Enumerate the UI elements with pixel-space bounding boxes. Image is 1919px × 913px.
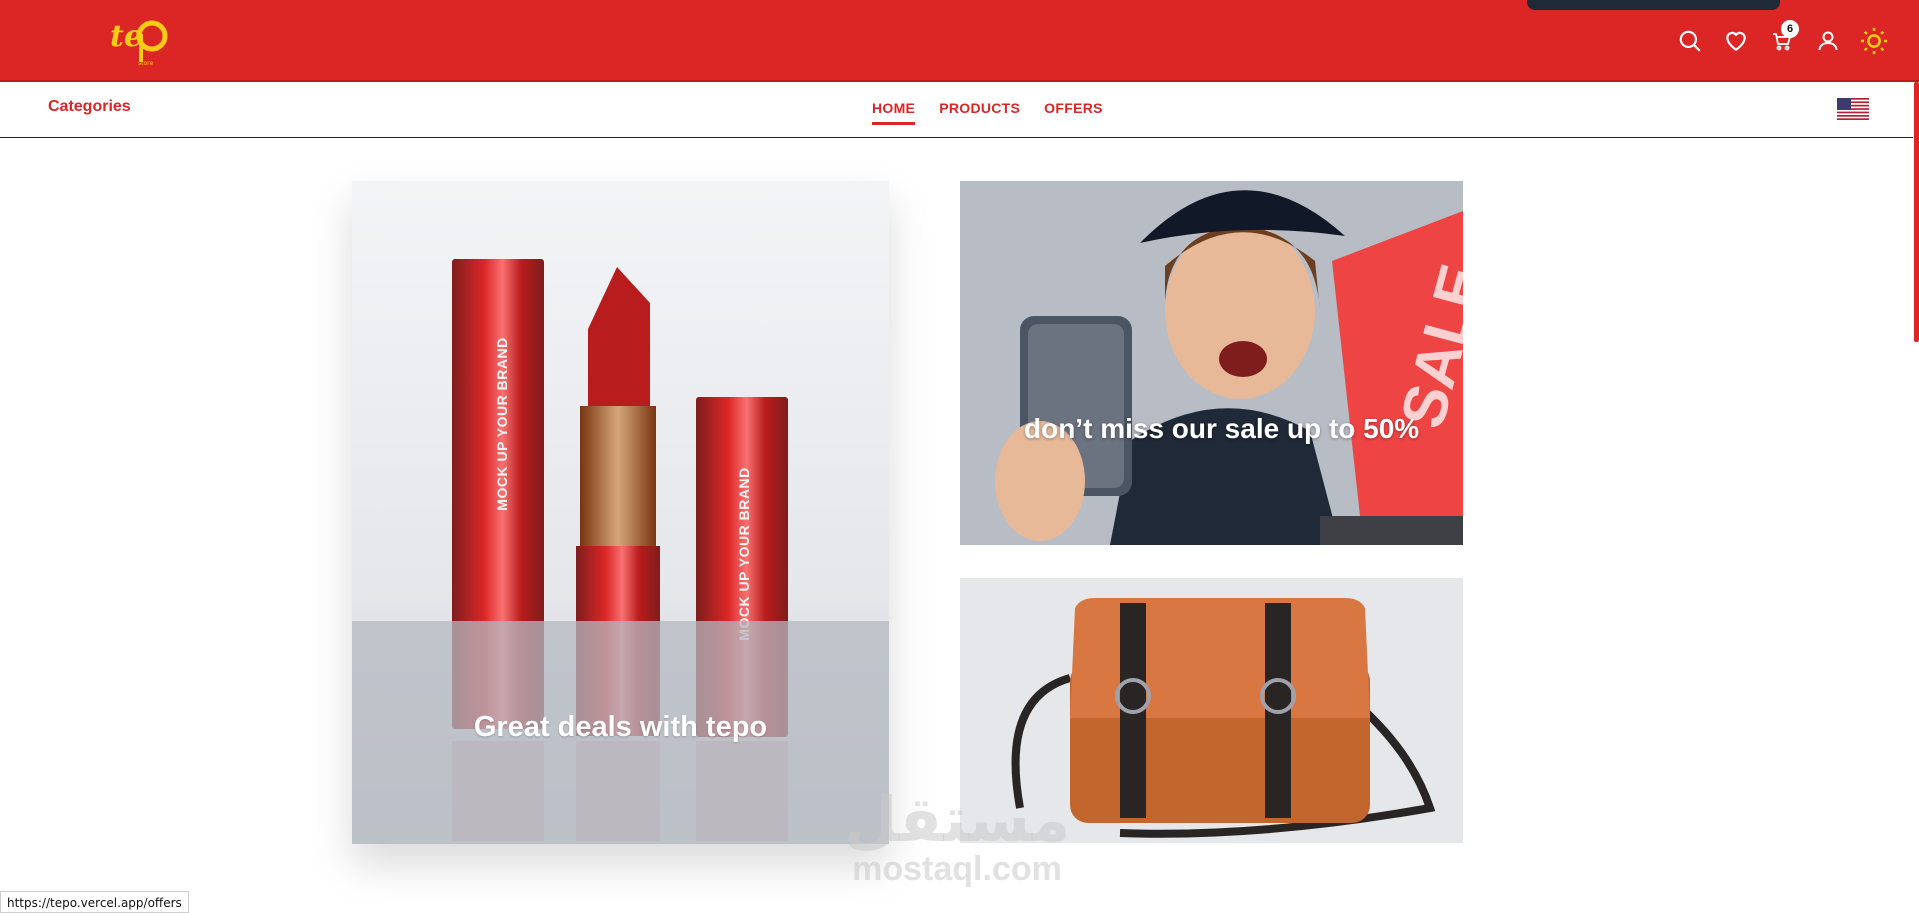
tepo-logo[interactable]: te store [108, 12, 174, 68]
lipstick-brand-text-left: MOCK UP YOUR BRAND [494, 337, 510, 511]
user-icon [1818, 31, 1838, 51]
cart-button[interactable]: 6 [1767, 20, 1799, 60]
nav-home[interactable]: HOME [872, 100, 916, 125]
nav-links: HOME PRODUCTS OFFERS [872, 100, 1103, 125]
theme-toggle-button[interactable] [1859, 22, 1889, 60]
wishlist-button[interactable] [1721, 22, 1751, 60]
nav-products[interactable]: PRODUCTS [939, 100, 1020, 125]
search-icon [1679, 30, 1701, 52]
heart-icon [1726, 31, 1746, 51]
promo-card-lipstick[interactable]: MOCK UP YOUR BRAND MOCK UP YOUR BRAND Gr… [352, 181, 889, 844]
status-url: https://tepo.vercel.app/offers [0, 891, 189, 913]
watermark-arabic: مستقل [843, 783, 1071, 856]
sale-photo [960, 181, 1463, 545]
sale-caption: don’t miss our sale up to 50% [1024, 413, 1420, 444]
account-button[interactable] [1813, 22, 1843, 60]
promo-card-sale[interactable]: SALE don’t miss our sale up to 50% [960, 181, 1463, 545]
svg-text:store: store [138, 60, 153, 67]
sun-icon [1860, 27, 1888, 55]
browser-popup-tab [1527, 0, 1780, 10]
great-deals-caption: Great deals with tepo [473, 711, 768, 743]
us-flag-icon[interactable] [1837, 98, 1869, 120]
mostaql-watermark: مستقل mostaql.com [842, 783, 1072, 889]
categories-menu[interactable]: Categories [48, 98, 131, 116]
search-button[interactable] [1675, 22, 1705, 60]
top-header: te store 6 [0, 0, 1919, 82]
nav-offers[interactable]: OFFERS [1044, 100, 1103, 125]
watermark-latin: mostaql.com [852, 850, 1062, 888]
scrollbar-thumb[interactable] [1914, 82, 1919, 342]
cart-count-badge: 6 [1781, 20, 1799, 38]
main-navbar: Categories HOME PRODUCTS OFFERS [0, 82, 1919, 138]
header-actions: 6 [1675, 20, 1889, 60]
